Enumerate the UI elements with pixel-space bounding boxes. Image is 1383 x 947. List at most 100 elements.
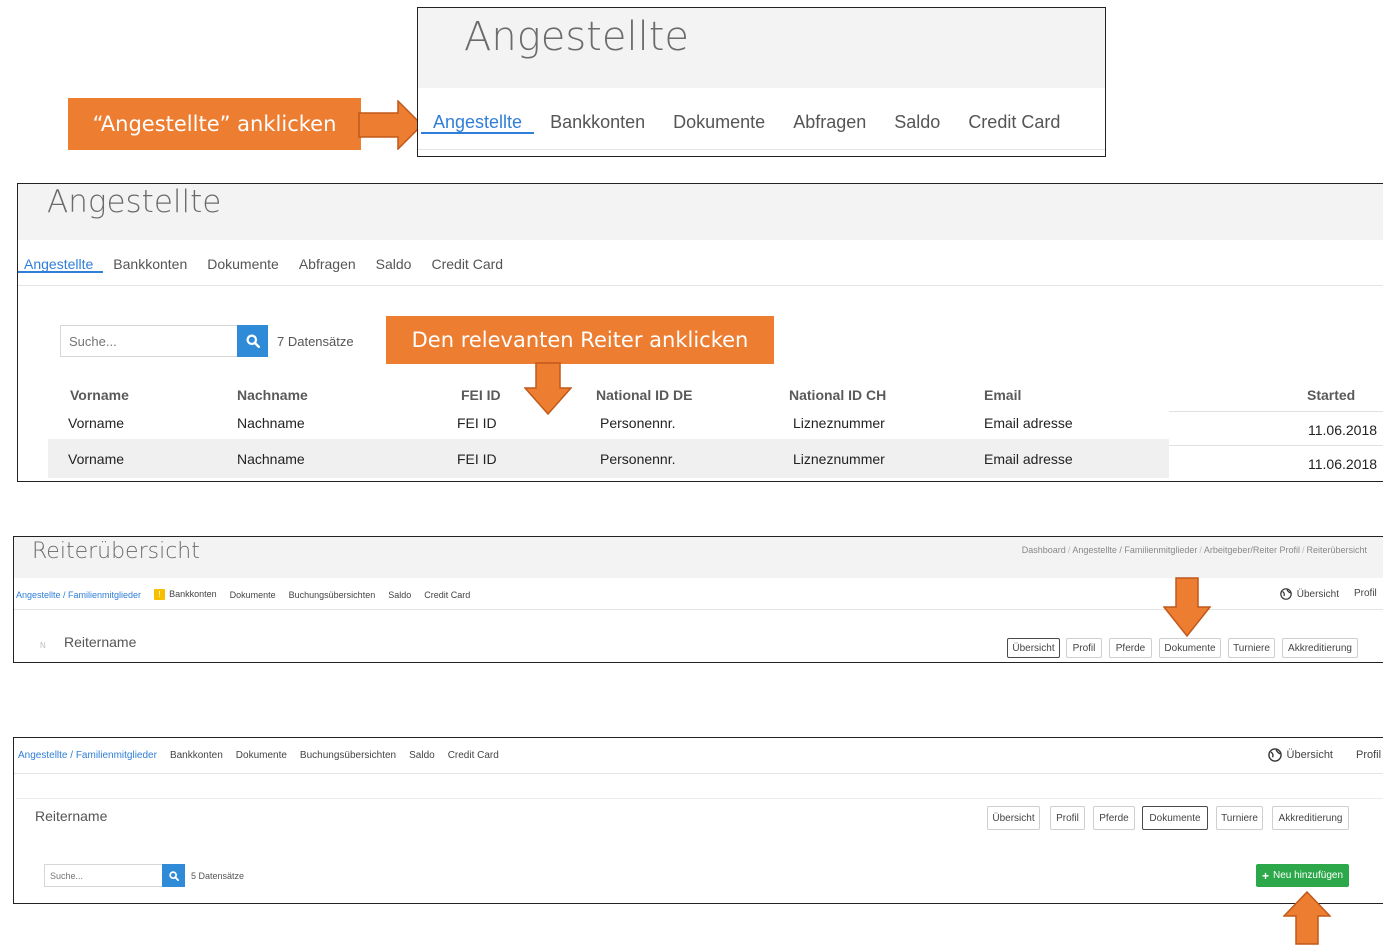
overview-nav-label: Übersicht	[1296, 588, 1339, 600]
tab-credit-card[interactable]: Credit Card	[431, 256, 503, 272]
cell-national-id-ch: Lizneznummer	[793, 451, 885, 467]
page-header: Angestellte	[418, 8, 1105, 88]
cell-started: 11.06.2018	[1308, 422, 1378, 438]
tab-documents[interactable]: Dokumente	[673, 112, 765, 133]
column-header-email[interactable]: Email	[984, 387, 1021, 403]
arrow-down-icon	[524, 362, 572, 415]
record-count: 7 Datensätze	[277, 334, 354, 349]
page-header: Angestellte	[18, 184, 1383, 240]
accreditation-button[interactable]: Akkreditierung	[1282, 638, 1358, 658]
globe-icon	[1267, 748, 1282, 762]
breadcrumb-current: Reiterübersicht	[1306, 545, 1367, 555]
tab-queries[interactable]: Abfragen	[299, 256, 356, 272]
rider-avatar-placeholder: N	[40, 641, 46, 650]
tab-booking-overviews[interactable]: Buchungsübersichten	[300, 750, 396, 761]
cell-email: Email adresse	[984, 451, 1073, 467]
breadcrumb-dashboard[interactable]: Dashboard	[1022, 545, 1066, 555]
cell-first-name: Vorname	[68, 415, 125, 431]
tab-documents[interactable]: Dokumente	[236, 750, 287, 761]
page-header: Reiterübersicht Dashboard / Angestellte / …	[14, 537, 1383, 578]
search-box	[60, 325, 268, 357]
arrow-up-icon	[1283, 891, 1331, 945]
tab-balance[interactable]: Saldo	[388, 590, 411, 600]
cell-national-id-ch: Lizneznummer	[793, 415, 885, 431]
overview-nav-link[interactable]: Übersicht	[1267, 748, 1333, 762]
search-button[interactable]	[162, 864, 185, 887]
profile-nav-link[interactable]: Profil	[1356, 749, 1381, 761]
breadcrumb-employees[interactable]: Angestellte / Familienmitglieder	[1072, 545, 1197, 555]
cell-fei-id: FEI ID	[457, 415, 497, 431]
profile-nav-link[interactable]: Profil	[1354, 588, 1377, 599]
page-title: Angestellte	[464, 14, 689, 60]
instruction-callout-2: Den relevanten Reiter anklicken	[386, 316, 774, 364]
cell-email: Email adresse	[984, 415, 1073, 431]
instruction-callout-2-text: Den relevanten Reiter anklicken	[411, 328, 749, 352]
warning-icon: !	[154, 589, 166, 600]
page-title: Angestellte	[47, 184, 222, 220]
tournaments-button[interactable]: Turniere	[1216, 806, 1263, 830]
documents-button[interactable]: Dokumente	[1159, 638, 1221, 658]
tab-documents[interactable]: Dokumente	[207, 256, 279, 272]
tab-bank-accounts[interactable]: Bankkonten	[170, 750, 223, 761]
main-tabs: Angestellte / Familienmitglieder Bankkon…	[14, 738, 1383, 774]
rider-name: Reitername	[64, 634, 137, 650]
globe-icon	[1279, 588, 1292, 600]
record-count: 5 Datensätze	[191, 871, 245, 881]
page-title: Reiterübersicht	[32, 539, 200, 564]
main-tabs: Angestellte Bankkonten Dokumente Abfrage…	[18, 242, 1383, 286]
tournaments-button[interactable]: Turniere	[1228, 638, 1275, 658]
overview-button[interactable]: Übersicht	[1007, 638, 1060, 658]
main-tabs: Angestellte Bankkonten Dokumente Abfrage…	[418, 96, 1105, 150]
arrow-down-icon	[1163, 577, 1211, 637]
employees-screen-crop: Angestellte Angestellte Bankkonten Dokum…	[417, 7, 1106, 157]
cell-started: 11.06.2018	[1308, 456, 1378, 472]
tab-bank-accounts[interactable]: Bankkonten	[113, 256, 187, 272]
tab-bank-accounts[interactable]: ! Bankkonten	[154, 589, 217, 600]
cell-first-name: Vorname	[68, 451, 125, 467]
column-header-national-id-ch[interactable]: National ID CH	[789, 387, 886, 403]
add-new-label: Neu hinzufügen	[1272, 870, 1344, 881]
tab-employees[interactable]: Angestellte	[18, 256, 104, 273]
rider-documents-screen: Angestellte / Familienmitglieder Bankkon…	[13, 737, 1383, 904]
tab-documents[interactable]: Dokumente	[230, 590, 276, 600]
search-button[interactable]	[237, 325, 268, 357]
search-icon	[168, 870, 179, 881]
column-header-national-id-de[interactable]: National ID DE	[596, 387, 692, 403]
cell-national-id-de: Personennr.	[600, 451, 676, 467]
documents-button[interactable]: Dokumente	[1142, 806, 1208, 830]
horses-button[interactable]: Pferde	[1093, 806, 1135, 830]
profile-button[interactable]: Profil	[1050, 806, 1085, 830]
tab-credit-card[interactable]: Credit Card	[968, 112, 1060, 133]
instruction-callout-1-text: “Angestellte” anklicken	[92, 112, 337, 136]
column-header-last-name[interactable]: Nachname	[237, 387, 308, 403]
cell-fei-id: FEI ID	[457, 451, 497, 467]
tab-balance[interactable]: Saldo	[409, 750, 435, 761]
column-header-first-name[interactable]: Vorname	[70, 387, 129, 403]
breadcrumb-profile[interactable]: Arbeitgeber/Reiter Profil	[1204, 545, 1300, 555]
tab-employees[interactable]: Angestellte	[420, 112, 535, 134]
search-input[interactable]	[44, 864, 162, 887]
search-icon	[246, 334, 260, 348]
tab-balance[interactable]: Saldo	[376, 256, 412, 272]
overview-button[interactable]: Übersicht	[987, 806, 1040, 830]
accreditation-button[interactable]: Akkreditierung	[1272, 806, 1349, 830]
tab-employees-family[interactable]: Angestellte / Familienmitglieder	[16, 590, 141, 600]
column-header-fei-id[interactable]: FEI ID	[461, 387, 501, 403]
tab-credit-card[interactable]: Credit Card	[424, 590, 470, 600]
tab-bank-accounts[interactable]: Bankkonten	[550, 112, 645, 133]
row-divider	[1169, 411, 1383, 412]
tab-employees-family[interactable]: Angestellte / Familienmitglieder	[18, 750, 157, 761]
search-input[interactable]	[60, 325, 237, 357]
profile-button[interactable]: Profil	[1066, 638, 1102, 658]
arrow-right-icon	[358, 100, 424, 150]
add-new-button[interactable]: + Neu hinzufügen	[1256, 864, 1349, 887]
tab-queries[interactable]: Abfragen	[793, 112, 866, 133]
column-header-started[interactable]: Started	[1307, 387, 1355, 403]
tab-booking-overviews[interactable]: Buchungsübersichten	[289, 590, 376, 600]
cell-last-name: Nachname	[237, 415, 305, 431]
horses-button[interactable]: Pferde	[1109, 638, 1152, 658]
tab-bank-accounts-label: Bankkonten	[169, 589, 217, 599]
tab-credit-card[interactable]: Credit Card	[448, 750, 499, 761]
tab-balance[interactable]: Saldo	[894, 112, 940, 133]
overview-nav-link[interactable]: Übersicht	[1279, 588, 1339, 600]
